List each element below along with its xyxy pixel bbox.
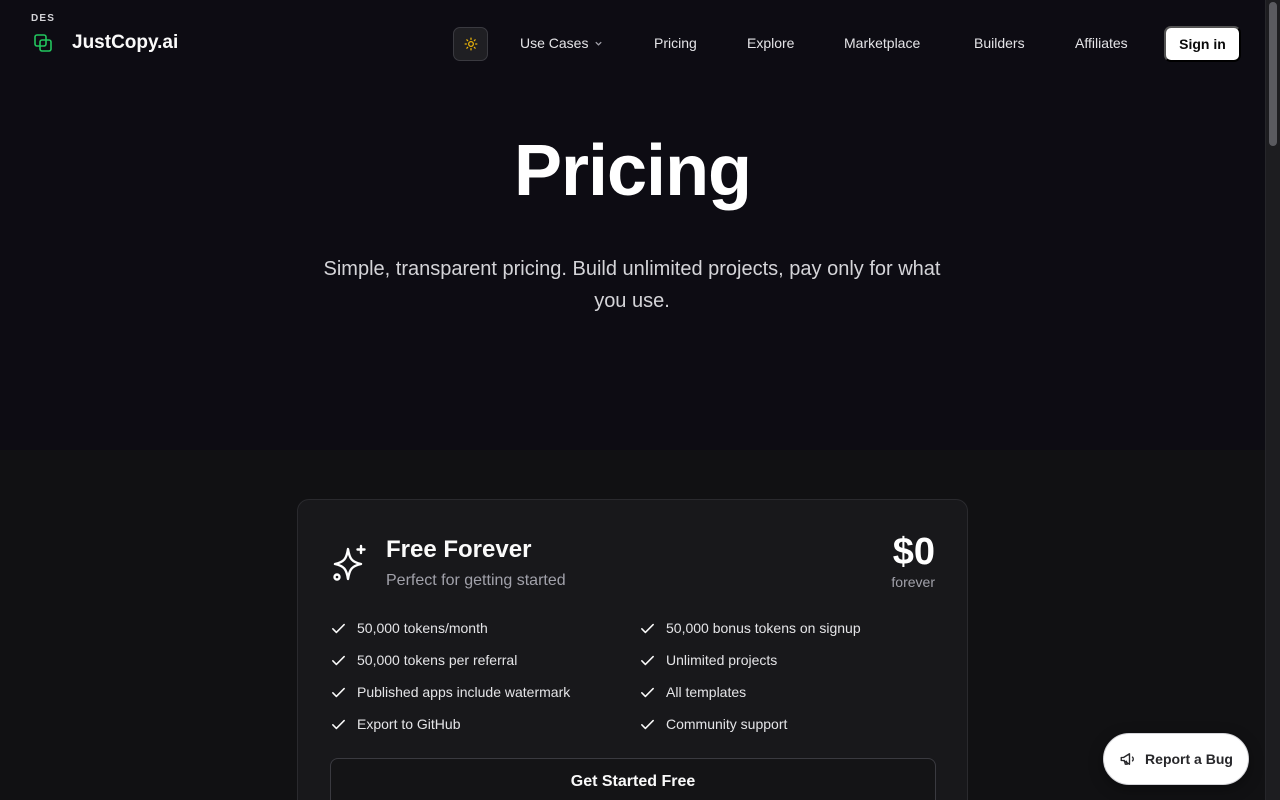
feature-item: 50,000 bonus tokens on signup bbox=[639, 616, 861, 640]
logo-icon[interactable] bbox=[34, 34, 52, 52]
nav-use-cases-label: Use Cases bbox=[520, 35, 589, 51]
environment-badge: DES bbox=[31, 13, 56, 24]
feature-text: Community support bbox=[666, 716, 788, 732]
theme-toggle-button[interactable] bbox=[453, 27, 488, 61]
plan-description: Perfect for getting started bbox=[386, 572, 566, 589]
scrollbar-thumb[interactable] bbox=[1269, 2, 1277, 146]
sun-icon bbox=[464, 37, 477, 51]
megaphone-icon bbox=[1120, 753, 1134, 765]
nav-pricing[interactable]: Pricing bbox=[654, 35, 697, 51]
feature-item: Export to GitHub bbox=[330, 712, 461, 736]
feature-item: 50,000 tokens per referral bbox=[330, 648, 517, 672]
feature-item: Unlimited projects bbox=[639, 648, 777, 672]
feature-text: All templates bbox=[666, 684, 747, 700]
logo-text[interactable]: JustCopy.ai bbox=[72, 32, 178, 54]
check-icon bbox=[641, 655, 654, 665]
feature-text: Published apps include watermark bbox=[357, 684, 571, 700]
check-icon bbox=[332, 623, 345, 633]
feature-item: Community support bbox=[639, 712, 787, 736]
plan-name: Free Forever bbox=[386, 536, 532, 563]
nav-builders[interactable]: Builders bbox=[974, 35, 1025, 51]
nav-affiliates[interactable]: Affiliates bbox=[1075, 35, 1128, 51]
feature-text: 50,000 bonus tokens on signup bbox=[666, 620, 861, 636]
feature-item: All templates bbox=[639, 680, 746, 704]
feature-text: 50,000 tokens/month bbox=[357, 620, 488, 636]
check-icon bbox=[332, 719, 345, 729]
chevron-down-icon bbox=[595, 41, 603, 46]
check-icon bbox=[641, 687, 654, 697]
page-title: Pricing bbox=[513, 131, 752, 211]
nav-explore[interactable]: Explore bbox=[747, 35, 794, 51]
sign-in-button[interactable]: Sign in bbox=[1164, 26, 1241, 62]
check-icon bbox=[641, 719, 654, 729]
plan-price: $0 bbox=[892, 531, 935, 573]
check-icon bbox=[641, 623, 654, 633]
feature-text: 50,000 tokens per referral bbox=[357, 652, 518, 668]
feature-item: Published apps include watermark bbox=[330, 680, 570, 704]
feature-item: 50,000 tokens/month bbox=[330, 616, 488, 640]
top-navbar: DES JustCopy.ai Use Cases Pricing Explor… bbox=[0, 0, 1265, 88]
feature-text: Export to GitHub bbox=[357, 716, 461, 732]
report-bug-button[interactable]: Report a Bug bbox=[1103, 733, 1249, 785]
nav-marketplace[interactable]: Marketplace bbox=[844, 35, 920, 51]
plan-period: forever bbox=[891, 574, 935, 590]
report-bug-label: Report a Bug bbox=[1145, 751, 1233, 767]
sparkles-icon bbox=[333, 544, 366, 581]
get-started-free-button[interactable]: Get Started Free bbox=[330, 758, 936, 800]
pricing-card-free: Free Forever Perfect for getting started… bbox=[297, 499, 968, 800]
nav-use-cases[interactable]: Use Cases bbox=[520, 35, 603, 51]
check-icon bbox=[332, 655, 345, 665]
page-scrollbar[interactable] bbox=[1265, 0, 1280, 800]
check-icon bbox=[332, 687, 345, 697]
page-subtitle: Simple, transparent pricing. Build unlim… bbox=[323, 258, 941, 312]
feature-text: Unlimited projects bbox=[666, 652, 778, 668]
